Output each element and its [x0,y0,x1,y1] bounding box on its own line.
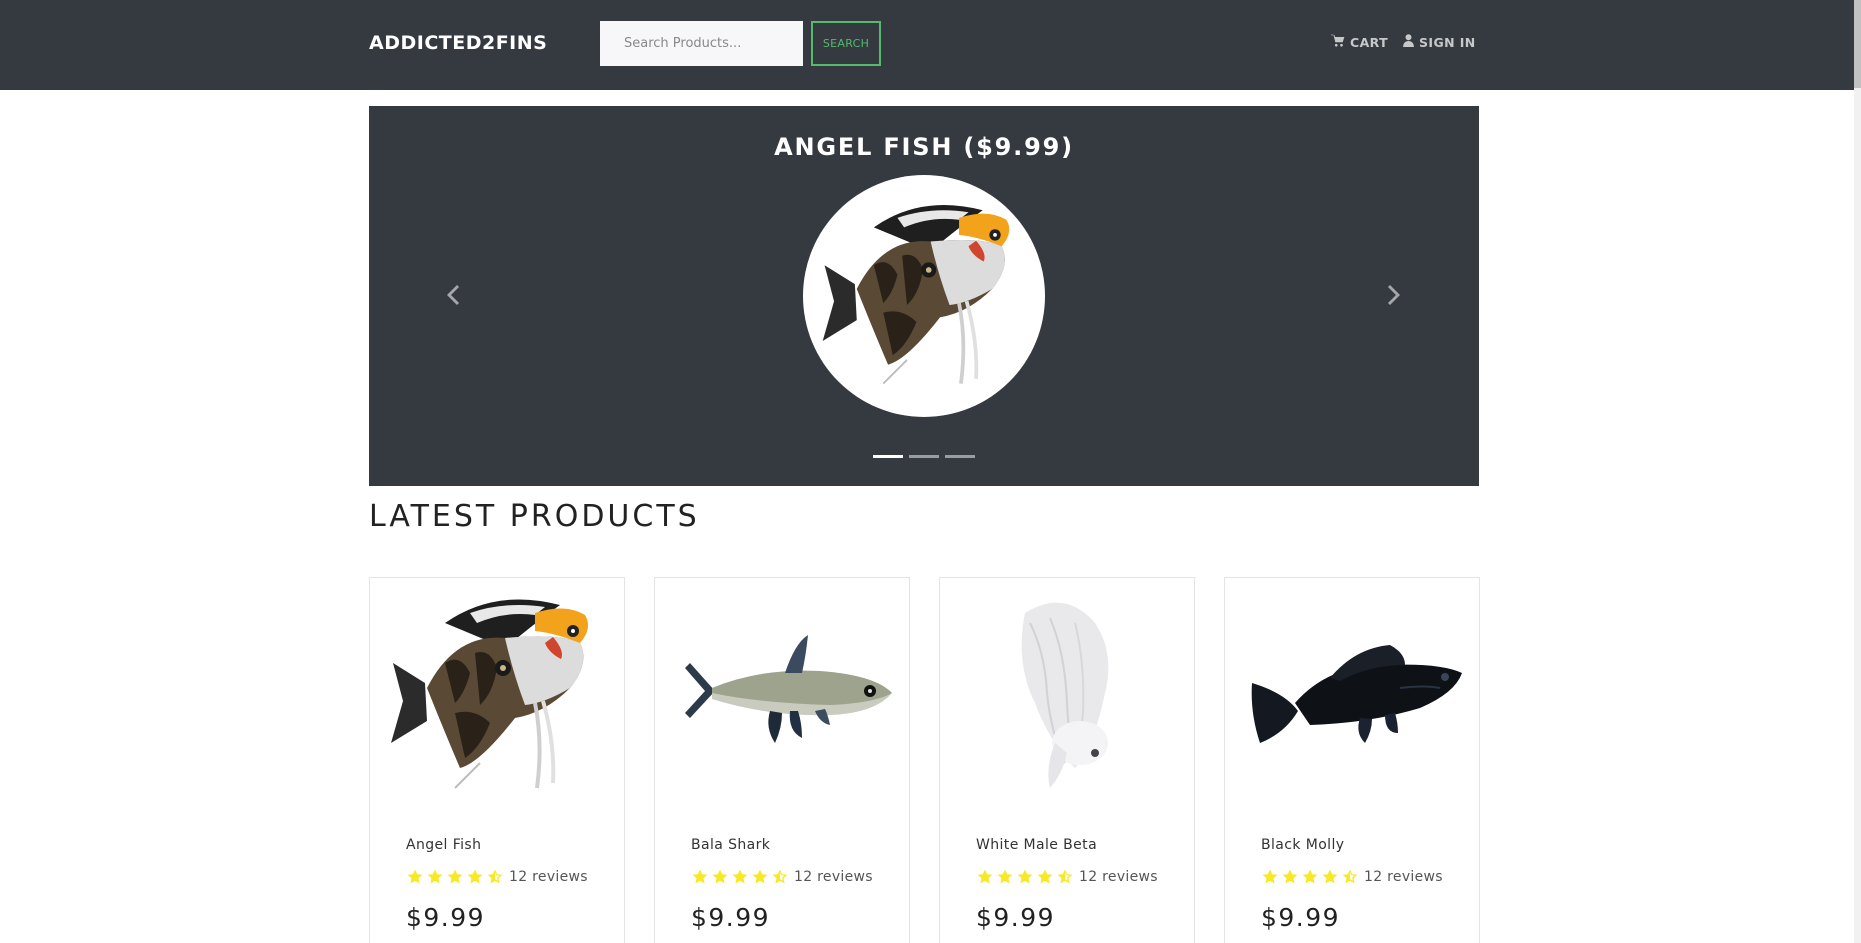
product-price: $9.99 [1261,903,1341,932]
star-icon [1016,868,1034,886]
user-icon [1403,34,1414,50]
review-count: 12 reviews [794,869,873,885]
product-card[interactable]: Angel Fish 12 reviews $9.99 [369,577,625,943]
star-icon [406,868,424,886]
product-name[interactable]: Black Molly [1261,837,1344,853]
product-card[interactable]: White Male Beta 12 reviews $9.99 [939,577,1195,943]
carousel-indicator[interactable] [945,455,975,458]
carousel-indicator[interactable] [873,455,903,458]
carousel-next-button[interactable] [1386,283,1404,311]
product-name[interactable]: Angel Fish [406,837,481,853]
chevron-left-icon [443,285,461,311]
product-name[interactable]: White Male Beta [976,837,1097,853]
sign-in-link[interactable]: SIGN IN [1403,34,1476,50]
star-icon [731,868,749,886]
star-icon [691,868,709,886]
product-name[interactable]: Bala Shark [691,837,770,853]
section-title: LATEST PRODUCTS [369,499,700,534]
star-icon [711,868,729,886]
product-rating: 12 reviews [691,868,873,886]
star-icon [976,868,994,886]
product-image[interactable] [955,593,1181,798]
star-half-icon [486,868,504,886]
star-icon [446,868,464,886]
carousel-indicators [873,455,975,458]
page-scrollbar[interactable] [1854,0,1861,943]
star-icon [751,868,769,886]
product-price: $9.99 [976,903,1056,932]
scrollbar-thumb[interactable] [1854,0,1861,88]
product-card[interactable]: Bala Shark 12 reviews $9.99 [654,577,910,943]
navbar: ADDICTED2FINS Search CART SIGN IN [0,0,1861,90]
cart-link[interactable]: CART [1331,34,1388,50]
star-icon [1261,868,1279,886]
brand-logo[interactable]: ADDICTED2FINS [369,32,547,54]
product-image[interactable] [670,593,896,798]
product-price: $9.99 [691,903,771,932]
product-price: $9.99 [406,903,486,932]
star-half-icon [771,868,789,886]
product-rating: 12 reviews [976,868,1158,886]
product-card[interactable]: Black Molly 12 reviews $9.99 [1224,577,1480,943]
star-icon [1281,868,1299,886]
carousel-slide-image[interactable] [803,175,1045,417]
star-half-icon [1056,868,1074,886]
carousel-indicator[interactable] [909,455,939,458]
review-count: 12 reviews [1079,869,1158,885]
star-icon [426,868,444,886]
star-icon [1301,868,1319,886]
review-count: 12 reviews [1364,869,1443,885]
product-image[interactable] [1240,593,1466,798]
star-icon [466,868,484,886]
sign-in-label: SIGN IN [1419,34,1476,50]
carousel-prev-button[interactable] [443,283,461,311]
chevron-right-icon [1386,285,1404,311]
carousel-caption[interactable]: ANGEL FISH ($9.99) [369,133,1479,161]
star-half-icon [1341,868,1359,886]
product-rating: 12 reviews [1261,868,1443,886]
product-carousel: ANGEL FISH ($9.99) [369,106,1479,486]
review-count: 12 reviews [509,869,588,885]
search-button[interactable]: Search [811,21,881,66]
star-icon [996,868,1014,886]
cart-label: CART [1350,34,1389,50]
star-icon [1321,868,1339,886]
product-rating: 12 reviews [406,868,588,886]
search-input[interactable] [600,21,803,66]
star-icon [1036,868,1054,886]
shopping-cart-icon [1331,34,1345,50]
product-image[interactable] [385,593,611,798]
